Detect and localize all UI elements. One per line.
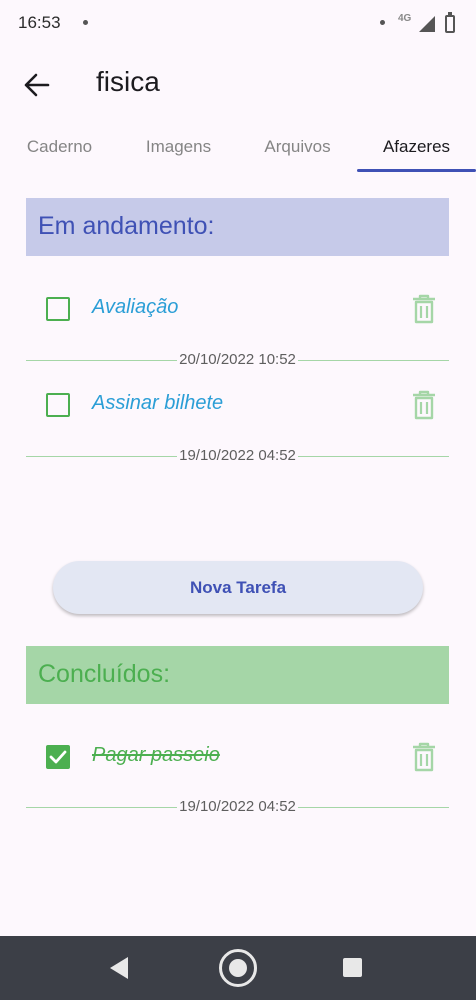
- status-time: 16:53: [18, 13, 61, 32]
- back-button[interactable]: [16, 64, 58, 106]
- tab-afazeres[interactable]: Afazeres: [357, 125, 476, 171]
- page-title: fisica: [96, 66, 160, 97]
- task-title: Avaliação: [92, 296, 179, 318]
- task-row: Avaliação: [26, 285, 449, 335]
- task-row: Assinar bilhete: [26, 381, 449, 431]
- network-type: 4G: [398, 13, 412, 24]
- tab-imagens[interactable]: Imagens: [119, 125, 238, 171]
- signal-icon: [419, 16, 435, 32]
- task-date-divider: 20/10/2022 10:52: [26, 350, 449, 370]
- notification-dot-icon: [83, 20, 88, 25]
- trash-icon: [413, 294, 435, 324]
- tab-bar: Caderno Imagens Arquivos Afazeres: [0, 125, 476, 173]
- tab-arquivos[interactable]: Arquivos: [238, 125, 357, 171]
- done-header: Concluídos:: [26, 646, 449, 704]
- delete-task-button[interactable]: [410, 293, 438, 325]
- task-checkbox[interactable]: [46, 297, 70, 321]
- task-checkbox[interactable]: [46, 745, 70, 769]
- trash-icon: [413, 742, 435, 772]
- delete-task-button[interactable]: [410, 741, 438, 773]
- battery-icon: [445, 12, 455, 33]
- app-bar: fisica: [0, 56, 476, 112]
- nav-back-icon[interactable]: [110, 957, 128, 979]
- task-title: Pagar passeio: [92, 744, 220, 766]
- task-date: 19/10/2022 04:52: [177, 798, 298, 815]
- task-date-divider: 19/10/2022 04:52: [26, 446, 449, 466]
- delete-task-button[interactable]: [410, 389, 438, 421]
- nav-home-icon[interactable]: [219, 949, 257, 987]
- status-bar: 16:53 4G: [0, 0, 476, 48]
- nav-recents-icon[interactable]: [343, 958, 362, 977]
- arrow-back-icon: [24, 73, 50, 97]
- task-date: 20/10/2022 10:52: [177, 351, 298, 368]
- task-date: 19/10/2022 04:52: [177, 447, 298, 464]
- task-date-divider: 19/10/2022 04:52: [26, 797, 449, 817]
- new-task-button[interactable]: Nova Tarefa: [53, 561, 423, 614]
- task-checkbox[interactable]: [46, 393, 70, 417]
- check-icon: [49, 750, 67, 764]
- task-title: Assinar bilhete: [92, 392, 224, 414]
- tab-indicator: [357, 169, 476, 172]
- system-nav-bar: [0, 936, 476, 1000]
- in-progress-header: Em andamento:: [26, 198, 449, 256]
- tab-caderno[interactable]: Caderno: [0, 125, 119, 171]
- status-dot-icon: [380, 20, 385, 25]
- task-row: Pagar passeio: [26, 733, 449, 783]
- trash-icon: [413, 390, 435, 420]
